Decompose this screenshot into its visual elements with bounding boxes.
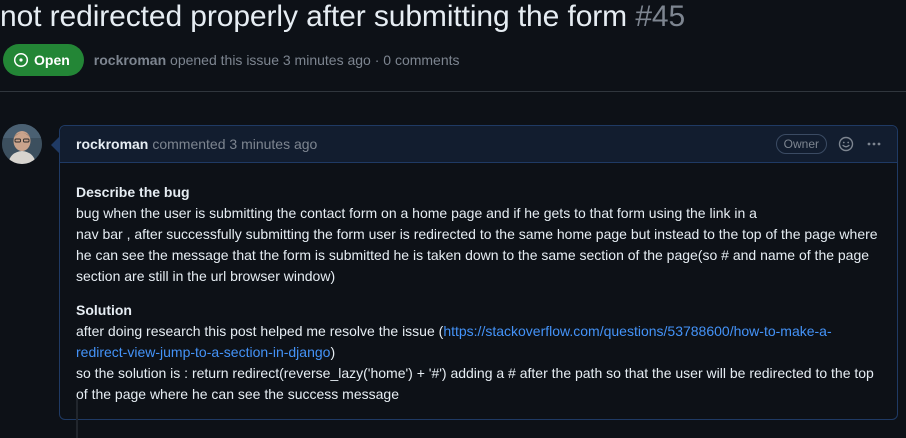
issue-title-text: not redirected properly after submitting… <box>0 0 628 33</box>
issue-opened-icon <box>13 52 29 68</box>
comment-body: Describe the bug bug when the user is su… <box>60 163 897 405</box>
comment-caret <box>51 137 59 153</box>
comment-box: rockroman commented 3 minutes ago Owner <box>59 125 898 420</box>
issue-meta: Open rockroman opened this issue 3 minut… <box>3 44 460 76</box>
solution-heading: Solution <box>76 302 132 318</box>
issue-meta-text: rockroman opened this issue 3 minutes ag… <box>94 52 460 68</box>
solution-paragraph: after doing research this post helped me… <box>76 321 881 363</box>
avatar[interactable] <box>2 124 42 164</box>
bug-description-line-1: bug when the user is submitting the cont… <box>76 205 757 221</box>
state-label: Open <box>34 52 70 68</box>
kebab-horizontal-icon[interactable] <box>865 135 883 153</box>
issue-meta-description: opened this issue 3 minutes ago · 0 comm… <box>170 52 460 68</box>
solution-line-2: so the solution is : return redirect(rev… <box>76 365 874 402</box>
issue-author-link[interactable]: rockroman <box>94 52 166 68</box>
issue-title: not redirected properly after submitting… <box>0 0 906 37</box>
bug-section: Describe the bug bug when the user is su… <box>76 182 881 287</box>
comment-header-actions: Owner <box>775 134 883 154</box>
owner-badge: Owner <box>775 134 827 154</box>
bug-description-line-2: nav bar , after successfully submitting … <box>76 226 878 284</box>
solution-text-after: ) <box>330 344 336 360</box>
solution-section: Solution after doing research this post … <box>76 300 881 405</box>
smiley-icon[interactable] <box>837 135 855 153</box>
bug-heading: Describe the bug <box>76 184 190 200</box>
comment-header: rockroman commented 3 minutes ago Owner <box>60 126 897 163</box>
header-divider <box>0 91 906 92</box>
comment-timestamp[interactable]: commented 3 minutes ago <box>152 136 317 152</box>
state-badge: Open <box>3 44 84 76</box>
comment-author-link[interactable]: rockroman <box>76 136 148 152</box>
timeline-line <box>76 398 78 438</box>
solution-text-before: after doing research this post helped me… <box>76 323 444 339</box>
issue-number: #45 <box>635 0 686 33</box>
